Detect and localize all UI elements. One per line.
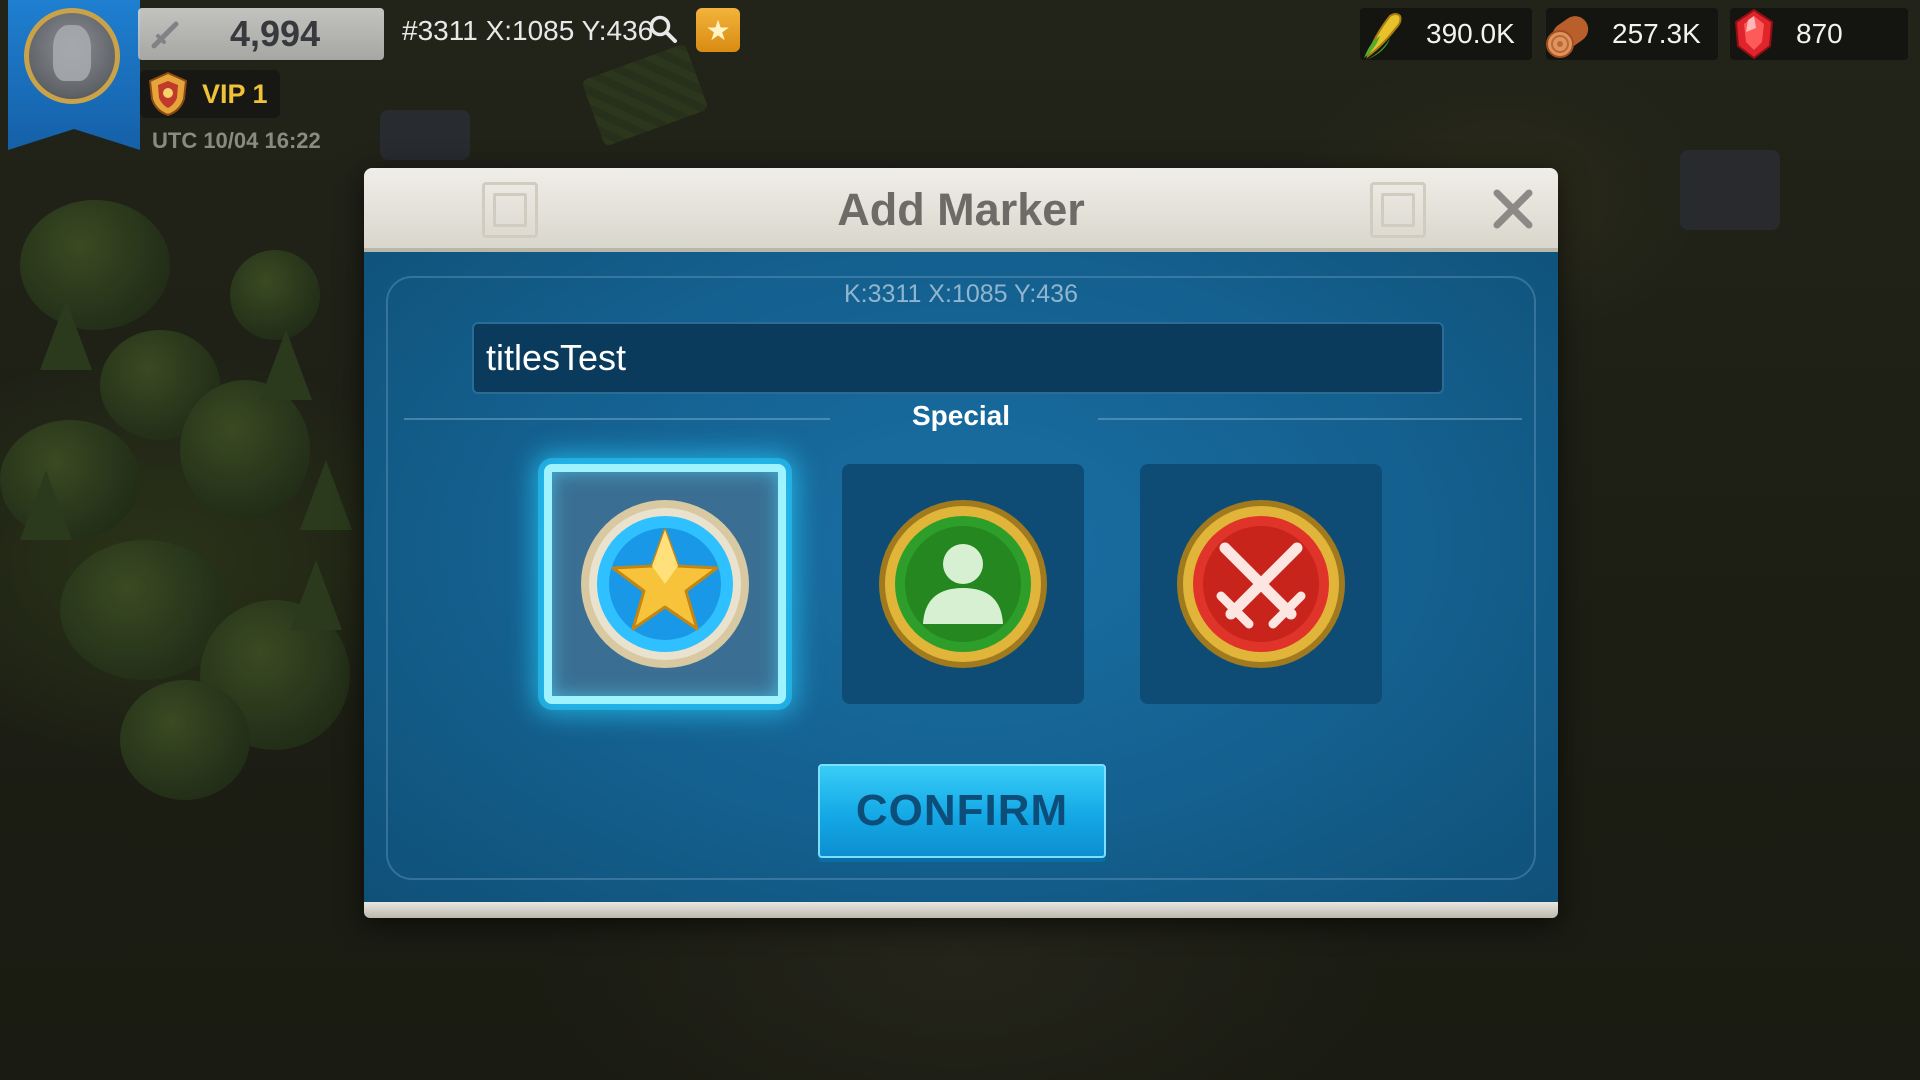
resource-gems[interactable]: 870: [1730, 8, 1908, 60]
current-coordinates: #3311 X:1085 Y:436: [402, 15, 654, 46]
marker-coordinates: K:3311 X:1085 Y:436: [843, 280, 1078, 308]
gems-amount: 870: [1796, 18, 1843, 49]
sword-icon: [144, 12, 188, 56]
star-icon: ★: [705, 14, 731, 46]
vip-badge[interactable]: VIP 1: [140, 70, 280, 118]
crossed-swords-icon: [1177, 500, 1345, 668]
vip-level: VIP 1: [202, 78, 268, 109]
vip-shield-icon: [148, 71, 188, 117]
dialog-title: Add Marker: [837, 184, 1085, 235]
star-icon: [581, 500, 749, 668]
search-icon[interactable]: [648, 14, 678, 44]
bookmark-star-button[interactable]: ★: [696, 8, 740, 52]
marker-option-friend[interactable]: [842, 464, 1084, 704]
marker-name-input[interactable]: [472, 322, 1444, 394]
server-time: UTC 10/04 16:22: [152, 128, 321, 153]
power-display[interactable]: 4,994: [138, 8, 384, 60]
marker-option-star[interactable]: [544, 464, 786, 704]
confirm-button[interactable]: CONFIRM: [818, 764, 1106, 858]
food-amount: 390.0K: [1426, 18, 1515, 49]
add-marker-dialog: Add Marker K:3311 X:1085 Y:436 Special: [364, 168, 1558, 918]
dialog-header: Add Marker: [364, 168, 1558, 252]
resource-food[interactable]: 390.0K: [1360, 8, 1532, 60]
section-title: Special: [911, 400, 1011, 431]
wood-log-icon: [1546, 16, 1589, 58]
player-avatar[interactable]: [24, 8, 120, 104]
resource-wood[interactable]: 257.3K: [1546, 8, 1718, 60]
dialog-footer: [364, 902, 1558, 918]
close-icon: [1493, 189, 1533, 229]
power-value: 4,994: [230, 13, 321, 54]
person-icon: [879, 500, 1047, 668]
corn-icon: [1364, 13, 1402, 60]
close-button[interactable]: [1486, 182, 1540, 236]
marker-option-attack[interactable]: [1140, 464, 1382, 704]
wood-amount: 257.3K: [1612, 18, 1701, 49]
gem-icon: [1734, 8, 1774, 60]
